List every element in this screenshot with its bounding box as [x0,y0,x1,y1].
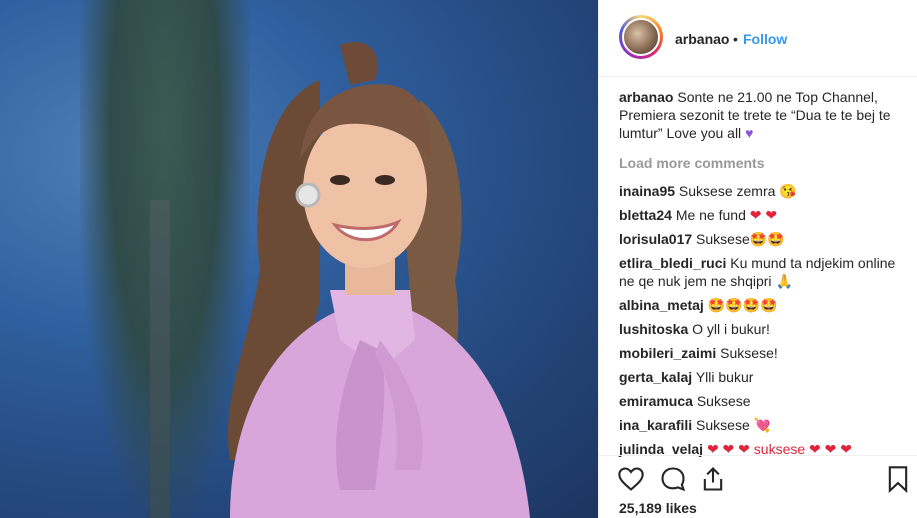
post-side-panel: arbanao • Follow arbanao Sonte ne 21.00 … [599,0,917,518]
avatar[interactable] [622,18,660,56]
comment-username[interactable]: etlira_bledi_ruci [619,255,726,271]
comment-text: Suksese [696,393,751,409]
post-photo[interactable] [0,0,598,518]
heart-emoji-icon: ❤ ❤ [749,207,778,223]
comment-username[interactable]: lorisula017 [619,231,692,247]
comment-item: lushitoska O yll i bukur! [619,320,904,338]
comment-username[interactable]: emiramuca [619,393,693,409]
comment-text: Suksese [696,417,750,433]
comment-item: mobileri_zaimi Suksese! [619,344,904,362]
star-eyes-emoji-icon: 🤩🤩🤩🤩 [707,297,778,313]
kiss-emoji-icon: 😘 [779,183,797,199]
comment-item: lorisula017 Suksese🤩🤩 [619,230,904,248]
comment-item: emiramuca Suksese [619,392,904,410]
bookmark-icon[interactable] [884,465,912,493]
comment-text: O yll i bukur! [692,321,770,337]
pray-emoji-icon: 🙏 [775,273,793,289]
comment-username[interactable]: gerta_kalaj [619,369,692,385]
comment-username[interactable]: inaina95 [619,183,675,199]
comment-item: ina_karafili Suksese 💘 [619,416,904,434]
heart-outline-icon[interactable] [617,465,645,493]
comment-item: etlira_bledi_ruci Ku mund ta ndjekim onl… [619,254,904,290]
star-eyes-emoji-icon: 🤩🤩 [749,231,785,247]
action-bar [599,455,917,504]
comments-list: arbanao Sonte ne 21.00 ne Top Channel, P… [619,88,904,464]
follow-button[interactable]: Follow [743,31,787,47]
caption: arbanao Sonte ne 21.00 ne Top Channel, P… [619,88,904,142]
comment-username[interactable]: ina_karafili [619,417,692,433]
header-username[interactable]: arbanao [675,31,729,47]
comment-text: Suksese zemra [678,183,776,199]
comment-username[interactable]: bletta24 [619,207,672,223]
purple-heart-icon: ♥ [745,125,754,141]
comment-text: Ylli bukur [695,369,754,385]
share-icon[interactable] [699,465,727,493]
comment-username[interactable]: lushitoska [619,321,688,337]
load-more-comments-button[interactable]: Load more comments [619,154,904,172]
post-header: arbanao • Follow [599,0,917,77]
likes-count[interactable]: 25,189 likes [619,500,697,516]
comment-text: Me ne fund [675,207,746,223]
comment-text: Suksese [696,231,750,247]
comment-text: Suksese! [720,345,778,361]
comment-item: inaina95 Suksese zemra 😘 [619,182,904,200]
comment-item: albina_metaj 🤩🤩🤩🤩 [619,296,904,314]
heart-emoji-icon: ❤ ❤ ❤ [809,441,853,457]
caption-username[interactable]: arbanao [619,89,673,105]
heart-arrow-emoji-icon: 💘 [753,417,772,433]
header-dot-separator: • [733,31,738,47]
avatar-story-ring[interactable] [619,15,663,59]
speech-bubble-icon[interactable] [659,465,687,493]
comment-username[interactable]: mobileri_zaimi [619,345,716,361]
photo-tree-trunk [150,200,170,518]
photo-woman-figure [227,41,530,518]
comment-item: gerta_kalaj Ylli bukur [619,368,904,386]
comment-item: bletta24 Me ne fund ❤ ❤ [619,206,904,224]
comment-username[interactable]: albina_metaj [619,297,704,313]
